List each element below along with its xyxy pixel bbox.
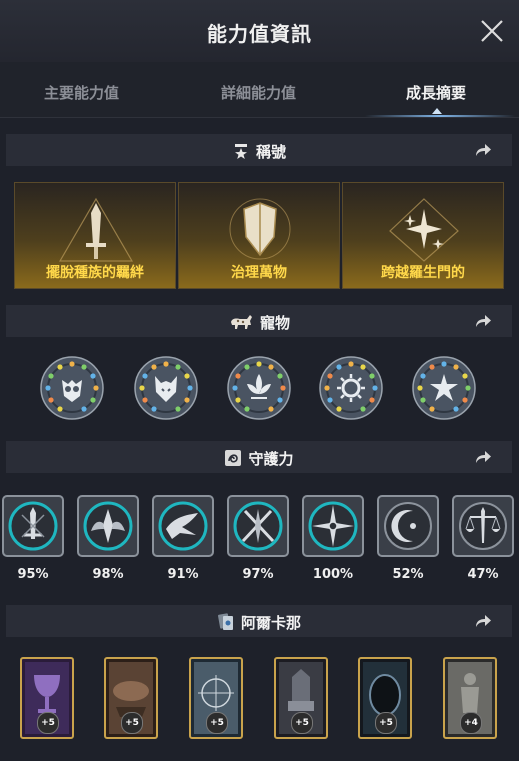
arcana-card-3[interactable]: +5 — [189, 657, 243, 739]
section-header-pets: 寵物 — [6, 305, 512, 337]
wolf-pet-icon[interactable] — [134, 356, 198, 420]
wings-guardian-icon[interactable] — [77, 495, 139, 557]
window-header: 能力值資訊 — [0, 0, 519, 62]
tab-detailed-stats[interactable]: 詳細能力值 — [221, 82, 296, 103]
section-header-arcana: 阿爾卡那 — [6, 605, 512, 637]
title-card-2[interactable]: 治理萬物 — [178, 182, 340, 289]
scales-guardian-icon[interactable] — [452, 495, 514, 557]
guardian-percent: 91% — [167, 567, 199, 582]
window-title: 能力值資訊 — [207, 22, 312, 46]
shield-emblem-icon — [229, 198, 291, 260]
guardian-percent: 47% — [467, 567, 499, 582]
enhance-level-badge: +5 — [121, 712, 143, 734]
title-name: 跨越羅生門的 — [381, 265, 465, 281]
share-arrow-icon[interactable] — [474, 313, 492, 329]
sword-guardian-icon[interactable] — [2, 495, 64, 557]
title-badge-icon — [234, 144, 247, 159]
guardian-section-icon — [225, 450, 242, 466]
share-arrow-icon[interactable] — [474, 142, 492, 158]
star-diamond-icon — [389, 198, 459, 262]
compass-guardian-icon[interactable] — [302, 495, 364, 557]
moon-guardian-icon[interactable] — [377, 495, 439, 557]
sword-triangle-icon — [58, 197, 134, 262]
tab-growth-summary[interactable]: 成長摘要 — [406, 82, 466, 103]
bird-guardian-icon[interactable] — [152, 495, 214, 557]
tab-bar: 主要能力值 詳細能力值 成長摘要 — [0, 62, 519, 118]
arcana-card-2[interactable]: +5 — [104, 657, 158, 739]
share-arrow-icon[interactable] — [474, 613, 492, 629]
title-card-3[interactable]: 跨越羅生門的 — [342, 182, 504, 289]
guardian-percent: 100% — [312, 567, 354, 582]
lotus-pet-icon[interactable] — [227, 356, 291, 420]
tab-main-stats[interactable]: 主要能力值 — [44, 82, 119, 103]
section-title-pets: 寵物 — [259, 314, 290, 332]
flower-pet-icon[interactable] — [412, 356, 476, 420]
section-title-arcana: 阿爾卡那 — [240, 614, 301, 632]
crossed-blades-guardian-icon[interactable] — [227, 495, 289, 557]
arcana-card-1[interactable]: +5 — [20, 657, 74, 739]
enhance-level-badge: +5 — [291, 712, 313, 734]
enhance-level-badge: +5 — [375, 712, 397, 734]
section-header-guardians: 守護力 — [6, 441, 512, 473]
close-icon[interactable] — [479, 18, 505, 44]
guardian-percent: 95% — [17, 567, 49, 582]
arcana-card-6[interactable]: +4 — [443, 657, 497, 739]
enhance-level-badge: +5 — [206, 712, 228, 734]
guardian-percent: 98% — [92, 567, 124, 582]
guardian-percent: 97% — [242, 567, 274, 582]
section-title-titles: 稱號 — [255, 143, 286, 161]
title-card-1[interactable]: 擺脫種族的羈絆 — [14, 182, 176, 289]
arcana-section-icon — [218, 613, 233, 630]
guardian-percent: 52% — [392, 567, 424, 582]
pet-horse-icon — [230, 315, 252, 329]
arcana-card-5[interactable]: +5 — [358, 657, 412, 739]
enhance-level-badge: +4 — [460, 712, 482, 734]
title-name: 擺脫種族的羈絆 — [46, 265, 144, 281]
sun-pet-icon[interactable] — [319, 356, 383, 420]
enhance-level-badge: +5 — [37, 712, 59, 734]
arcana-card-4[interactable]: +5 — [274, 657, 328, 739]
title-name: 治理萬物 — [231, 265, 287, 281]
section-header-titles: 稱號 — [6, 134, 512, 166]
section-title-guardians: 守護力 — [248, 450, 294, 468]
active-tab-caret — [432, 108, 442, 114]
owl-pet-icon[interactable] — [40, 356, 104, 420]
active-tab-underline — [365, 115, 515, 117]
share-arrow-icon[interactable] — [474, 449, 492, 465]
